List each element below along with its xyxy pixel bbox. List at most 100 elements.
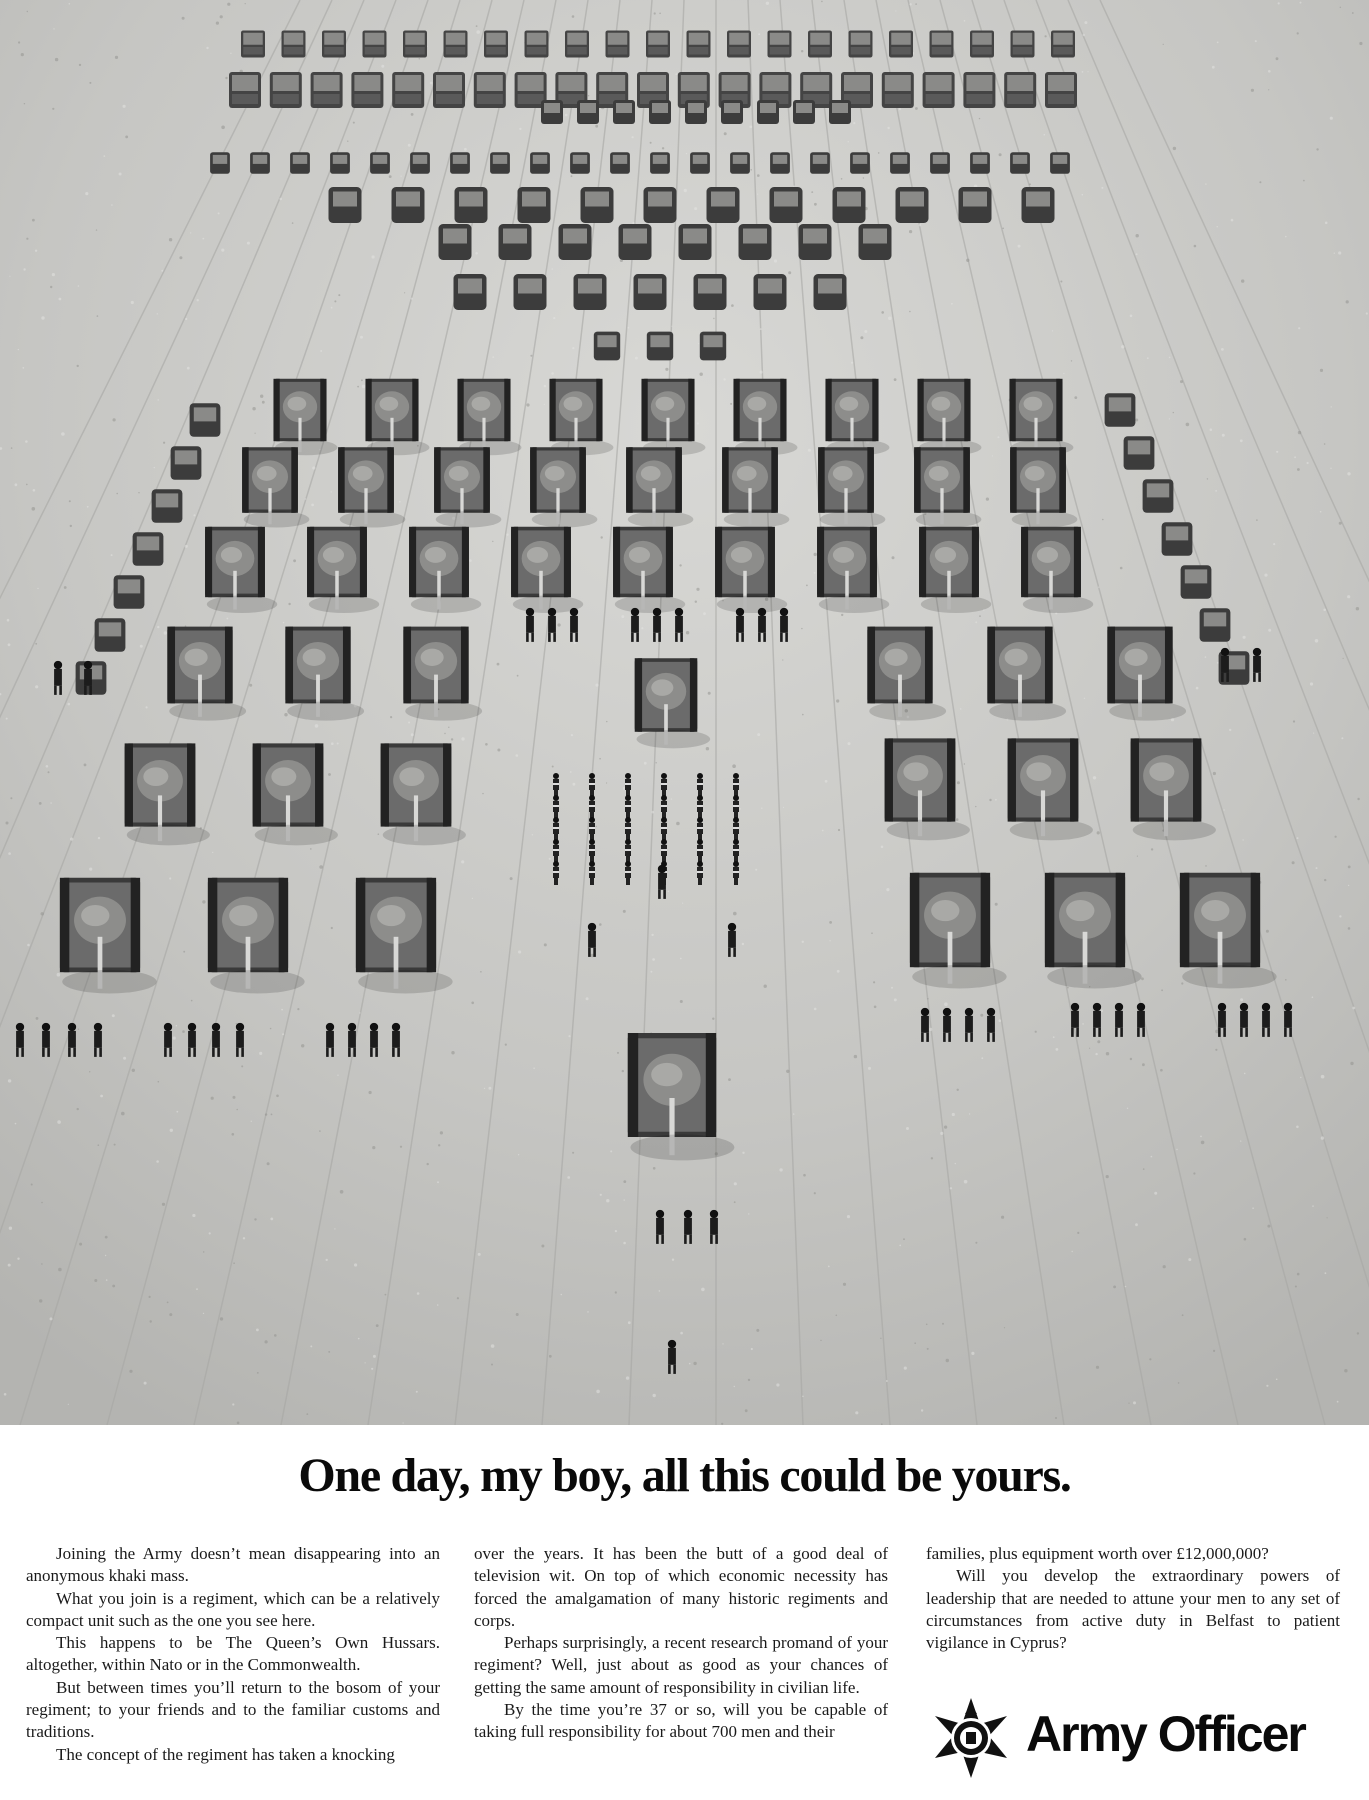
jeep xyxy=(1050,152,1070,174)
jeep xyxy=(721,100,743,124)
jeep xyxy=(541,100,563,124)
armoured-car xyxy=(678,224,712,260)
truck xyxy=(310,72,343,108)
armoured-car xyxy=(1021,187,1055,223)
truck xyxy=(970,30,994,58)
truck xyxy=(392,72,425,108)
truck xyxy=(767,30,792,58)
truck xyxy=(605,30,630,58)
jeep xyxy=(690,152,710,174)
recon-vehicle xyxy=(1123,436,1155,470)
recon-vehicle xyxy=(113,575,145,609)
jeep xyxy=(490,152,510,174)
jeep xyxy=(829,100,851,124)
truck xyxy=(646,30,670,58)
brand-name: Army Officer xyxy=(1026,1706,1307,1762)
recon-vehicle xyxy=(1161,522,1193,556)
truck xyxy=(362,30,387,58)
jeep xyxy=(685,100,707,124)
truck xyxy=(473,72,506,108)
paragraph: Perhaps surprisingly, a recent research … xyxy=(474,1633,888,1697)
armoured-car xyxy=(580,187,614,223)
recon-vehicle xyxy=(189,403,221,437)
armoured-car xyxy=(769,187,803,223)
armoured-car xyxy=(813,274,847,310)
truck xyxy=(922,72,955,108)
truck xyxy=(848,30,873,58)
recon-vehicle xyxy=(170,446,202,480)
truck xyxy=(686,30,711,58)
scout-car xyxy=(699,331,727,361)
scout-car xyxy=(593,331,621,361)
armoured-car xyxy=(693,274,727,310)
recon-vehicle xyxy=(94,618,126,652)
truck xyxy=(565,30,589,58)
truck xyxy=(1004,72,1037,108)
jeep xyxy=(793,100,815,124)
armoured-car xyxy=(454,187,488,223)
jeep xyxy=(370,152,390,174)
armoured-car xyxy=(517,187,551,223)
body-column-3: families, plus equipment worth over £12,… xyxy=(926,1543,1340,1654)
truck xyxy=(351,72,384,108)
jeep xyxy=(770,152,790,174)
paragraph: families, plus equipment worth over £12,… xyxy=(926,1544,1269,1563)
jeep xyxy=(577,100,599,124)
armoured-car xyxy=(513,274,547,310)
armoured-car xyxy=(438,224,472,260)
paragraph: The concept of the regiment has taken a … xyxy=(56,1744,395,1764)
recon-vehicle xyxy=(151,489,183,523)
paragraph: Will you develop the extraordinary power… xyxy=(926,1566,1340,1653)
truck xyxy=(1045,72,1077,108)
armoured-car xyxy=(558,224,592,260)
armoured-car xyxy=(498,224,532,260)
paragraph: By the time you’re 37 or so, will you be… xyxy=(474,1700,888,1742)
jeep xyxy=(330,152,350,174)
truck xyxy=(403,30,427,58)
paragraph: over the years. It has been the butt of … xyxy=(474,1544,888,1630)
jeep xyxy=(650,152,670,174)
truck xyxy=(881,72,914,108)
jeep xyxy=(930,152,950,174)
jeep xyxy=(810,152,830,174)
jeep xyxy=(250,152,270,174)
truck xyxy=(963,72,996,108)
paragraph: Joining the Army doesn’t mean disappeari… xyxy=(26,1544,440,1586)
army-crest-icon xyxy=(935,1698,1007,1778)
recon-vehicle xyxy=(132,532,164,566)
armoured-car xyxy=(328,187,362,223)
recon-vehicle xyxy=(1180,565,1212,599)
armoured-car xyxy=(633,274,667,310)
brand-logo: Army Officer xyxy=(928,1695,1348,1785)
truck xyxy=(322,30,346,58)
jeep xyxy=(210,152,230,174)
armoured-car xyxy=(958,187,992,223)
truck xyxy=(808,30,832,58)
jeep xyxy=(530,152,550,174)
recon-vehicle xyxy=(1142,479,1174,513)
armoured-car xyxy=(453,274,487,310)
jeep xyxy=(890,152,910,174)
armoured-car xyxy=(391,187,425,223)
truck xyxy=(1010,30,1035,58)
body-column-2: over the years. It has been the butt of … xyxy=(474,1543,888,1744)
truck xyxy=(889,30,913,58)
headline: One day, my boy, all this could be yours… xyxy=(298,1449,1072,1502)
truck xyxy=(524,30,549,58)
armoured-car xyxy=(832,187,866,223)
paragraph: But between times you’ll return to the b… xyxy=(26,1677,440,1742)
truck xyxy=(229,72,261,108)
jeep xyxy=(410,152,430,174)
truck xyxy=(727,30,751,58)
truck xyxy=(1051,30,1075,58)
body-column-1: Joining the Army doesn’t mean disappeari… xyxy=(26,1543,440,1766)
jeep xyxy=(757,100,779,124)
truck xyxy=(929,30,954,58)
truck xyxy=(281,30,306,58)
jeep xyxy=(850,152,870,174)
armoured-car xyxy=(753,274,787,310)
jeep xyxy=(970,152,990,174)
armoured-car xyxy=(706,187,740,223)
jeep xyxy=(290,152,310,174)
truck xyxy=(269,72,302,108)
